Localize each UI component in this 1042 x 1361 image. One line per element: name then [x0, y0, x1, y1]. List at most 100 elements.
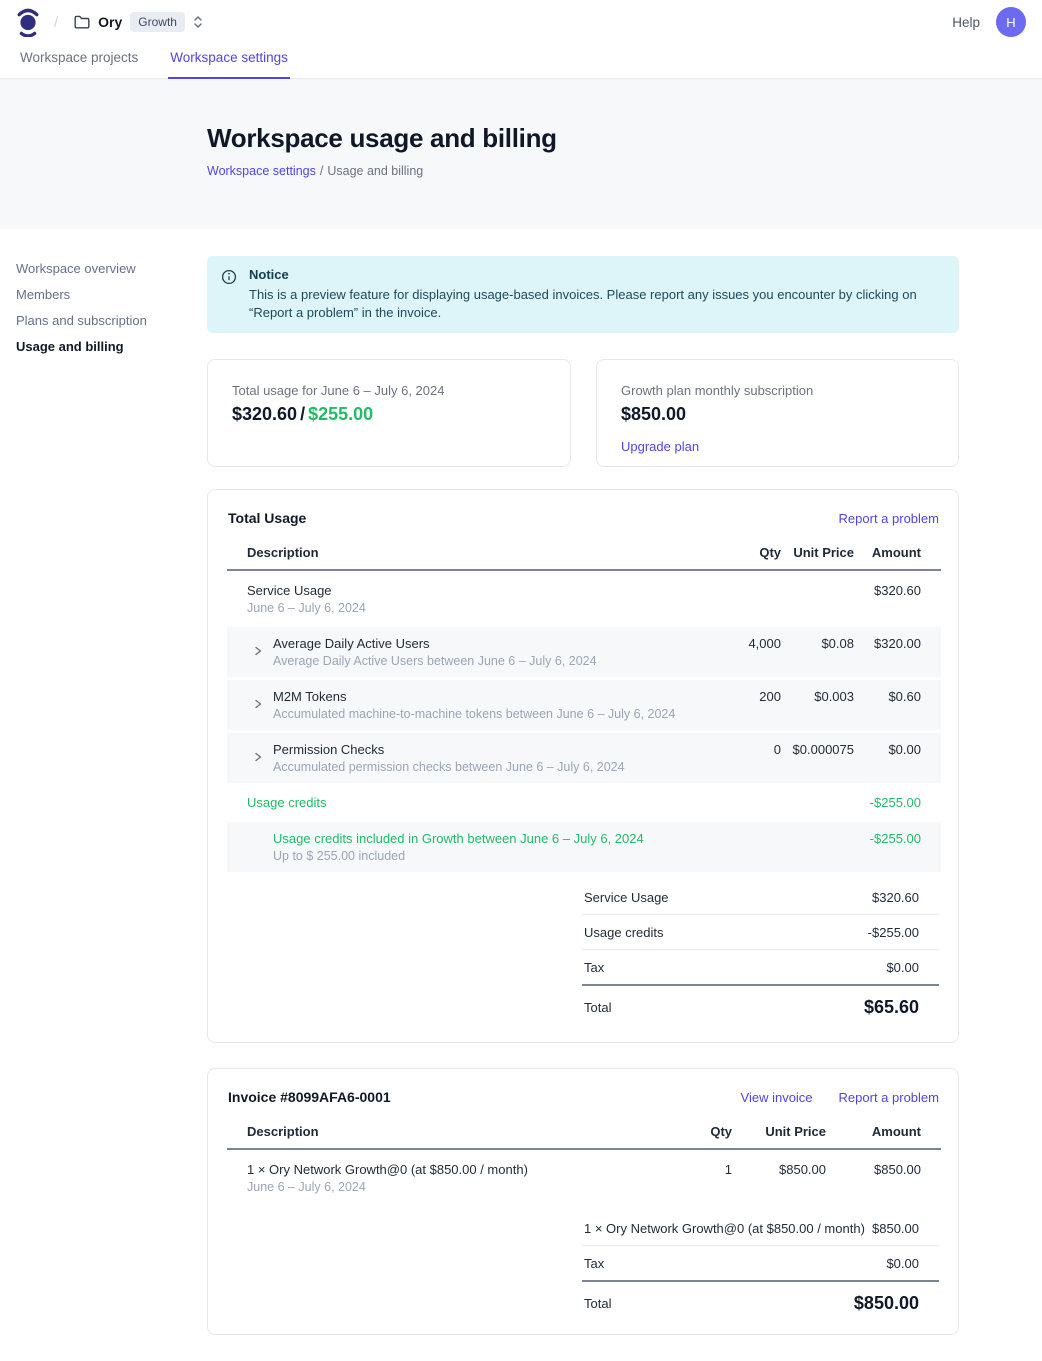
total-value: $850.00 [854, 1293, 919, 1314]
summary-row-total: Total $65.60 [582, 986, 939, 1018]
row-amount: $0.00 [854, 741, 941, 758]
row-unit-price: $850.00 [732, 1161, 826, 1178]
main-content: Notice This is a preview feature for dis… [207, 229, 959, 1351]
page-header: Workspace usage and billing Workspace se… [0, 79, 1042, 229]
ory-logo-icon [16, 7, 40, 37]
row-description: Accumulated machine-to-machine tokens be… [273, 706, 687, 722]
col-description: Description [227, 544, 687, 561]
info-icon [221, 267, 237, 322]
upgrade-plan-link[interactable]: Upgrade plan [621, 439, 699, 454]
usage-included-amount: $255.00 [308, 404, 373, 424]
row-description: Average Daily Active Users between June … [273, 653, 687, 669]
chevron-right-icon[interactable] [254, 646, 262, 656]
table-row-permission-checks[interactable]: Permission Checks Accumulated permission… [227, 733, 941, 783]
summary-label: 1 × Ory Network Growth@0 (at $850.00 / m… [584, 1221, 865, 1236]
tab-workspace-settings[interactable]: Workspace settings [168, 44, 290, 79]
row-amount: $850.00 [826, 1161, 941, 1178]
breadcrumb-link-settings[interactable]: Workspace settings [207, 164, 316, 178]
table-row-m2m-tokens[interactable]: M2M Tokens Accumulated machine-to-machin… [227, 680, 941, 730]
view-invoice-link[interactable]: View invoice [741, 1090, 813, 1105]
row-amount: $320.00 [854, 635, 941, 652]
total-value: $65.60 [864, 997, 919, 1018]
chevron-updown-icon [193, 15, 203, 29]
topbar-right: Help H [952, 7, 1026, 37]
settings-sidebar: Workspace overview Members Plans and sub… [0, 229, 207, 1351]
row-amount: -$255.00 [854, 794, 941, 811]
row-name: Usage credits included in Growth between… [273, 830, 687, 847]
row-name: Service Usage [247, 582, 687, 599]
usage-table-title: Total Usage [228, 510, 306, 526]
plan-amount: $850.00 [621, 404, 934, 425]
table-row-usage-credits-detail: Usage credits included in Growth between… [227, 822, 941, 872]
row-amount: -$255.00 [854, 830, 941, 847]
summary-row-service-usage: Service Usage $320.60 [582, 880, 939, 915]
report-a-problem-link[interactable]: Report a problem [839, 1090, 939, 1105]
user-avatar[interactable]: H [996, 7, 1026, 37]
sidebar-item-members[interactable]: Members [16, 282, 207, 308]
col-amount: Amount [854, 544, 941, 561]
total-usage-table-card: Total Usage Report a problem Description… [207, 489, 959, 1043]
row-unit-price: $0.08 [781, 635, 854, 652]
invoice-title: Invoice #8099AFA6-0001 [228, 1089, 391, 1105]
usage-table-header: Description Qty Unit Price Amount [227, 544, 941, 571]
sidebar-item-workspace-overview[interactable]: Workspace overview [16, 256, 207, 282]
workspace-switcher[interactable]: Ory Growth [74, 12, 203, 32]
chevron-right-icon[interactable] [254, 752, 262, 762]
col-qty: Qty [638, 1123, 732, 1140]
invoice-table-card: Invoice #8099AFA6-0001 View invoice Repo… [207, 1068, 959, 1335]
summary-label: Tax [584, 1256, 604, 1271]
workspace-tabbar: Workspace projects Workspace settings [0, 44, 1042, 79]
col-unit-price: Unit Price [732, 1123, 826, 1140]
workspace-plan-badge: Growth [130, 12, 185, 32]
total-usage-label: Total usage for June 6 – July 6, 2024 [232, 382, 546, 399]
sidebar-item-usage-and-billing[interactable]: Usage and billing [16, 334, 207, 360]
page-title: Workspace usage and billing [207, 123, 1042, 154]
invoice-summary: 1 × Ory Network Growth@0 (at $850.00 / m… [582, 1211, 939, 1314]
chevron-right-icon[interactable] [254, 699, 262, 709]
row-unit-price: $0.003 [781, 688, 854, 705]
row-name: 1 × Ory Network Growth@0 (at $850.00 / m… [247, 1161, 638, 1178]
sidebar-item-plans-and-subscription[interactable]: Plans and subscription [16, 308, 207, 334]
row-period: June 6 – July 6, 2024 [247, 600, 687, 616]
summary-value: $320.60 [872, 890, 919, 905]
table-row-usage-credits: Usage credits -$255.00 [227, 786, 941, 819]
summary-label: Tax [584, 960, 604, 975]
folder-icon [74, 15, 90, 29]
table-row-service-usage: Service Usage June 6 – July 6, 2024 $320… [227, 574, 941, 624]
row-name: Permission Checks [273, 741, 687, 758]
table-row-average-daily-active-users[interactable]: Average Daily Active Users Average Daily… [227, 627, 941, 677]
total-label: Total [584, 1296, 611, 1311]
top-bar: / Ory Growth Help H [0, 0, 1042, 44]
plan-subscription-card: Growth plan monthly subscription $850.00… [596, 359, 959, 467]
row-unit-price: $0.000075 [781, 741, 854, 758]
breadcrumb-current: Usage and billing [327, 164, 423, 178]
usage-separator: / [300, 404, 305, 424]
col-unit-price: Unit Price [781, 544, 854, 561]
total-usage-card: Total usage for June 6 – July 6, 2024 $3… [207, 359, 571, 467]
row-description: Accumulated permission checks between Ju… [273, 759, 687, 775]
workspace-name: Ory [98, 14, 122, 30]
row-description: Up to $ 255.00 included [273, 848, 687, 864]
plan-label: Growth plan monthly subscription [621, 382, 934, 399]
help-link[interactable]: Help [952, 15, 980, 30]
row-amount: $320.60 [854, 582, 941, 599]
tab-workspace-projects[interactable]: Workspace projects [18, 44, 140, 78]
invoice-table-header: Description Qty Unit Price Amount [227, 1123, 941, 1150]
summary-row-line-item: 1 × Ory Network Growth@0 (at $850.00 / m… [582, 1211, 939, 1246]
row-name: Usage credits [247, 794, 687, 811]
breadcrumb-separator: / [320, 164, 323, 178]
summary-value: $0.00 [886, 1256, 919, 1271]
report-a-problem-link[interactable]: Report a problem [839, 511, 939, 526]
ory-logo[interactable] [16, 7, 40, 37]
row-qty: 1 [638, 1161, 732, 1178]
col-description: Description [227, 1123, 638, 1140]
row-qty: 0 [687, 741, 781, 758]
notice-title: Notice [249, 267, 939, 283]
summary-value: $0.00 [886, 960, 919, 975]
breadcrumb-separator: / [54, 14, 58, 31]
preview-notice-banner: Notice This is a preview feature for dis… [207, 256, 959, 333]
total-label: Total [584, 1000, 611, 1015]
row-qty: 4,000 [687, 635, 781, 652]
table-row-invoice-line: 1 × Ory Network Growth@0 (at $850.00 / m… [227, 1153, 941, 1203]
row-name: M2M Tokens [273, 688, 687, 705]
